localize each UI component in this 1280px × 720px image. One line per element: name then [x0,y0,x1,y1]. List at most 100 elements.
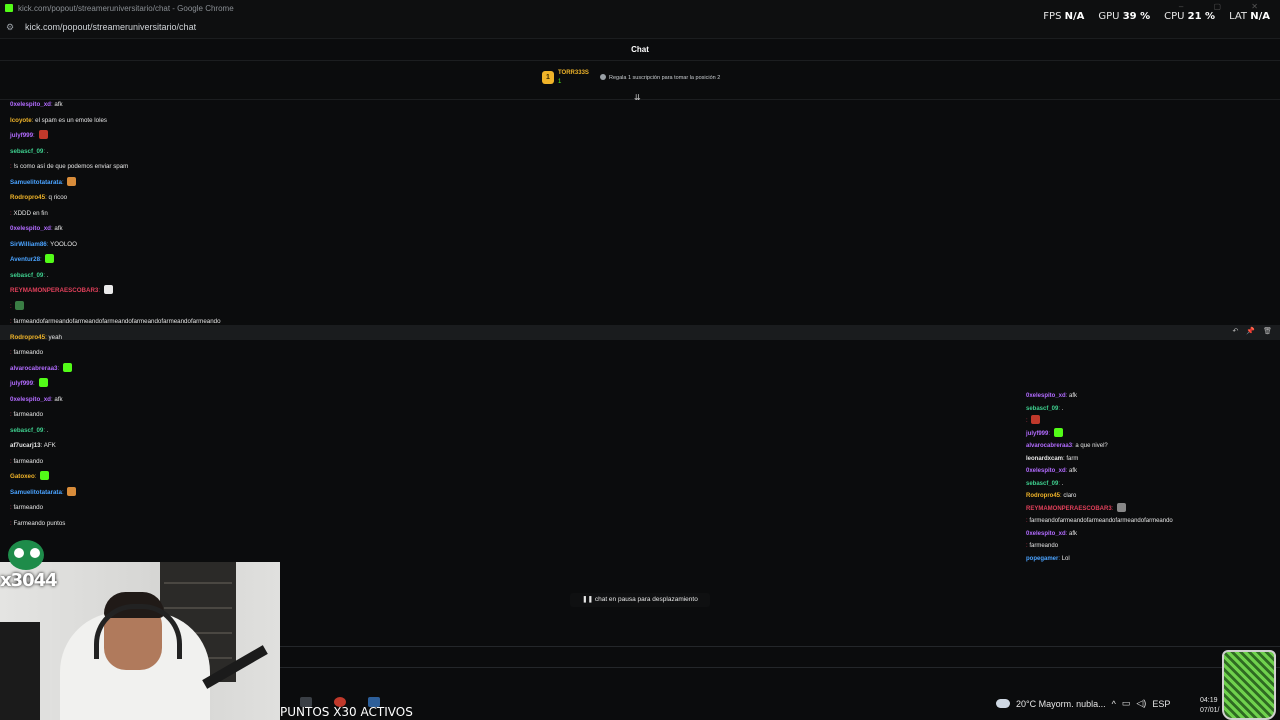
chat-message[interactable]: : [10,299,1010,315]
chat-username[interactable]: 0xelespito_xd [10,396,51,403]
emote-icon[interactable] [38,378,48,387]
chat-message[interactable]: Rodropro45: claro [1026,490,1280,503]
chat-message[interactable]: sebascf_09: . [10,144,1010,160]
chat-username[interactable]: lcoyote [10,117,32,124]
language-indicator[interactable]: ESP [1152,699,1170,709]
chat-username[interactable]: Samuelitotatarata [10,179,62,186]
chat-message[interactable]: alvarocabreraa3: [10,361,1010,377]
chat-username[interactable]: julyf999 [1026,431,1048,437]
chat-username[interactable]: 0xelespito_xd [1026,393,1066,399]
emote-icon[interactable] [1031,415,1041,424]
chat-message[interactable]: popegamer: Lol [1026,553,1280,566]
chat-username[interactable]: REYMAMONPERAESCOBAR3 [10,287,98,294]
chevron-up-icon[interactable]: ^ [1112,699,1116,709]
chat-username[interactable]: 0xelespito_xd [10,101,51,108]
chat-message[interactable]: 0xelespito_xd: afk [10,221,1010,237]
pinned-user[interactable]: TORR333S [558,70,589,76]
chat-username[interactable]: Rodropro45 [1026,493,1060,499]
chat-username[interactable]: alvarocabreraa3 [1026,443,1072,449]
taskbar-clock[interactable]: 04:19 07/01/ [1200,696,1219,716]
chat-username[interactable]: 0xelespito_xd [1026,468,1066,474]
chat-message[interactable]: julyf999: [10,128,1010,144]
url-text[interactable]: kick.com/popout/streameruniversitario/ch… [25,22,196,32]
chat-message[interactable]: Rodropro45: q ricoo [10,190,1010,206]
chat-message[interactable]: leonardxcam: farm [1026,453,1280,466]
chat-message[interactable]: : farmeando [10,454,1010,470]
chat-message[interactable]: : farmeando [10,407,1010,423]
emote-icon[interactable] [103,285,113,294]
chat-username[interactable]: popegamer [1026,556,1058,562]
chat-username[interactable]: sebascf_09 [10,427,43,434]
chat-message[interactable]: : farmeandofarmeandofarmeandofarmeandofa… [10,314,1010,330]
chat-message[interactable]: sebascf_09: . [10,423,1010,439]
emote-icon[interactable] [38,130,48,139]
chat-username[interactable]: sebascf_09 [1026,406,1058,412]
chat-message[interactable]: : XDDD en fin [10,206,1010,222]
chat-username[interactable]: julyf999 [10,380,33,387]
chat-message[interactable]: 0xelespito_xd: afk [1026,465,1280,478]
chat-input-area[interactable] [280,646,1280,668]
chat-username[interactable]: af7ucarj13 [10,442,41,449]
chat-message[interactable]: : farmeando [10,345,1010,361]
weather-text[interactable]: 20°C Mayorm. nubla... [1016,699,1106,709]
chat-message[interactable]: 0xelespito_xd: afk [1026,390,1280,403]
chat-message[interactable]: julyf999: [1026,427,1280,441]
chat-message[interactable]: : farmeando [1026,540,1280,553]
chat-message[interactable]: : Farmeando puntos [10,516,1010,532]
chat-message[interactable]: Gatoxeo: [10,469,1010,485]
chat-message[interactable]: Rodropro45: yeah [10,330,1010,346]
chat-message[interactable]: alvarocabreraa3: a que nivel? [1026,440,1280,453]
chat-username[interactable]: Gatoxeo [10,473,35,480]
chat-message[interactable]: : !s como así de que podemos enviar spam [10,159,1010,175]
emote-icon[interactable] [40,471,50,480]
chat-username[interactable]: leonardxcam [1026,456,1063,462]
emote-icon[interactable] [45,254,55,263]
chat-username[interactable]: julyf999 [10,132,33,139]
chat-username[interactable]: sebascf_09 [10,272,43,279]
window-controls[interactable]: – ▢ ✕ [1179,2,1272,11]
delete-icon[interactable]: 🗑 [1263,327,1272,335]
pinned-message[interactable]: Regala 1 suscripción para tomar la posic… [600,74,720,81]
volume-icon[interactable]: ◁) [1136,698,1146,709]
chat-message-list[interactable]: 0xelespito_xd: afk lcoyote: el spam es un… [10,97,1010,531]
emote-icon[interactable] [62,362,72,372]
chat-message[interactable]: REYMAMONPERAESCOBAR3: [1026,502,1280,516]
chat-message[interactable]: sebascf_09: . [10,268,1010,284]
emote-icon[interactable] [15,300,25,310]
chat-message[interactable]: REYMAMONPERAESCOBAR3: [10,283,1010,299]
chat-message[interactable]: sebascf_09: . [1026,403,1280,416]
emote-icon[interactable] [1117,502,1127,512]
chat-username[interactable]: Rodropro45 [10,334,45,341]
chat-username[interactable]: Rodropro45 [10,194,45,201]
network-icon[interactable]: ▭ [1122,698,1131,709]
chat-message[interactable]: julyf999: [10,376,1010,392]
chat-message[interactable]: lcoyote: el spam es un emote loles [10,113,1010,129]
chat-username[interactable]: sebascf_09 [10,148,43,155]
site-settings-icon[interactable]: ⚙ [6,22,16,33]
emote-icon[interactable] [1053,427,1063,437]
chat-message[interactable]: af7ucarj13: AFK [10,438,1010,454]
chat-message[interactable]: 0xelespito_xd: afk [10,97,1010,113]
chat-message[interactable]: 0xelespito_xd: afk [1026,528,1280,541]
chat-message[interactable]: : [1026,415,1280,428]
chat-username[interactable]: Samuelitotatarata [10,489,62,496]
chat-username[interactable]: REYMAMONPERAESCOBAR3 [1026,506,1112,512]
chat-username[interactable]: sebascf_09 [1026,481,1058,487]
chat-message[interactable]: Aventur28: [10,252,1010,268]
reply-icon[interactable]: ↶ [1233,327,1239,335]
chat-message[interactable]: : farmeandofarmeandofarmeandofarmeandofa… [1026,515,1280,528]
chat-message[interactable]: Samuelitotatarata: [10,175,1010,191]
chat-username[interactable]: alvarocabreraa3 [10,365,57,372]
chat-username[interactable]: Aventur28 [10,256,40,263]
emote-icon[interactable] [67,176,77,186]
pin-icon[interactable]: 📌 [1246,327,1255,335]
emote-icon[interactable] [67,486,77,496]
chat-message[interactable]: Samuelitotatarata: [10,485,1010,501]
chat-message[interactable]: SirWilliam86: YOOLOO [10,237,1010,253]
chat-username[interactable]: 0xelespito_xd [1026,531,1066,537]
chat-username[interactable]: SirWilliam86 [10,241,47,248]
chat-paused-button[interactable]: ❚❚ chat en pausa para desplazamiento [570,593,710,607]
chat-message[interactable]: 0xelespito_xd: afk [10,392,1010,408]
chat-message[interactable]: : farmeando [10,500,1010,516]
chat-username[interactable]: 0xelespito_xd [10,225,51,232]
